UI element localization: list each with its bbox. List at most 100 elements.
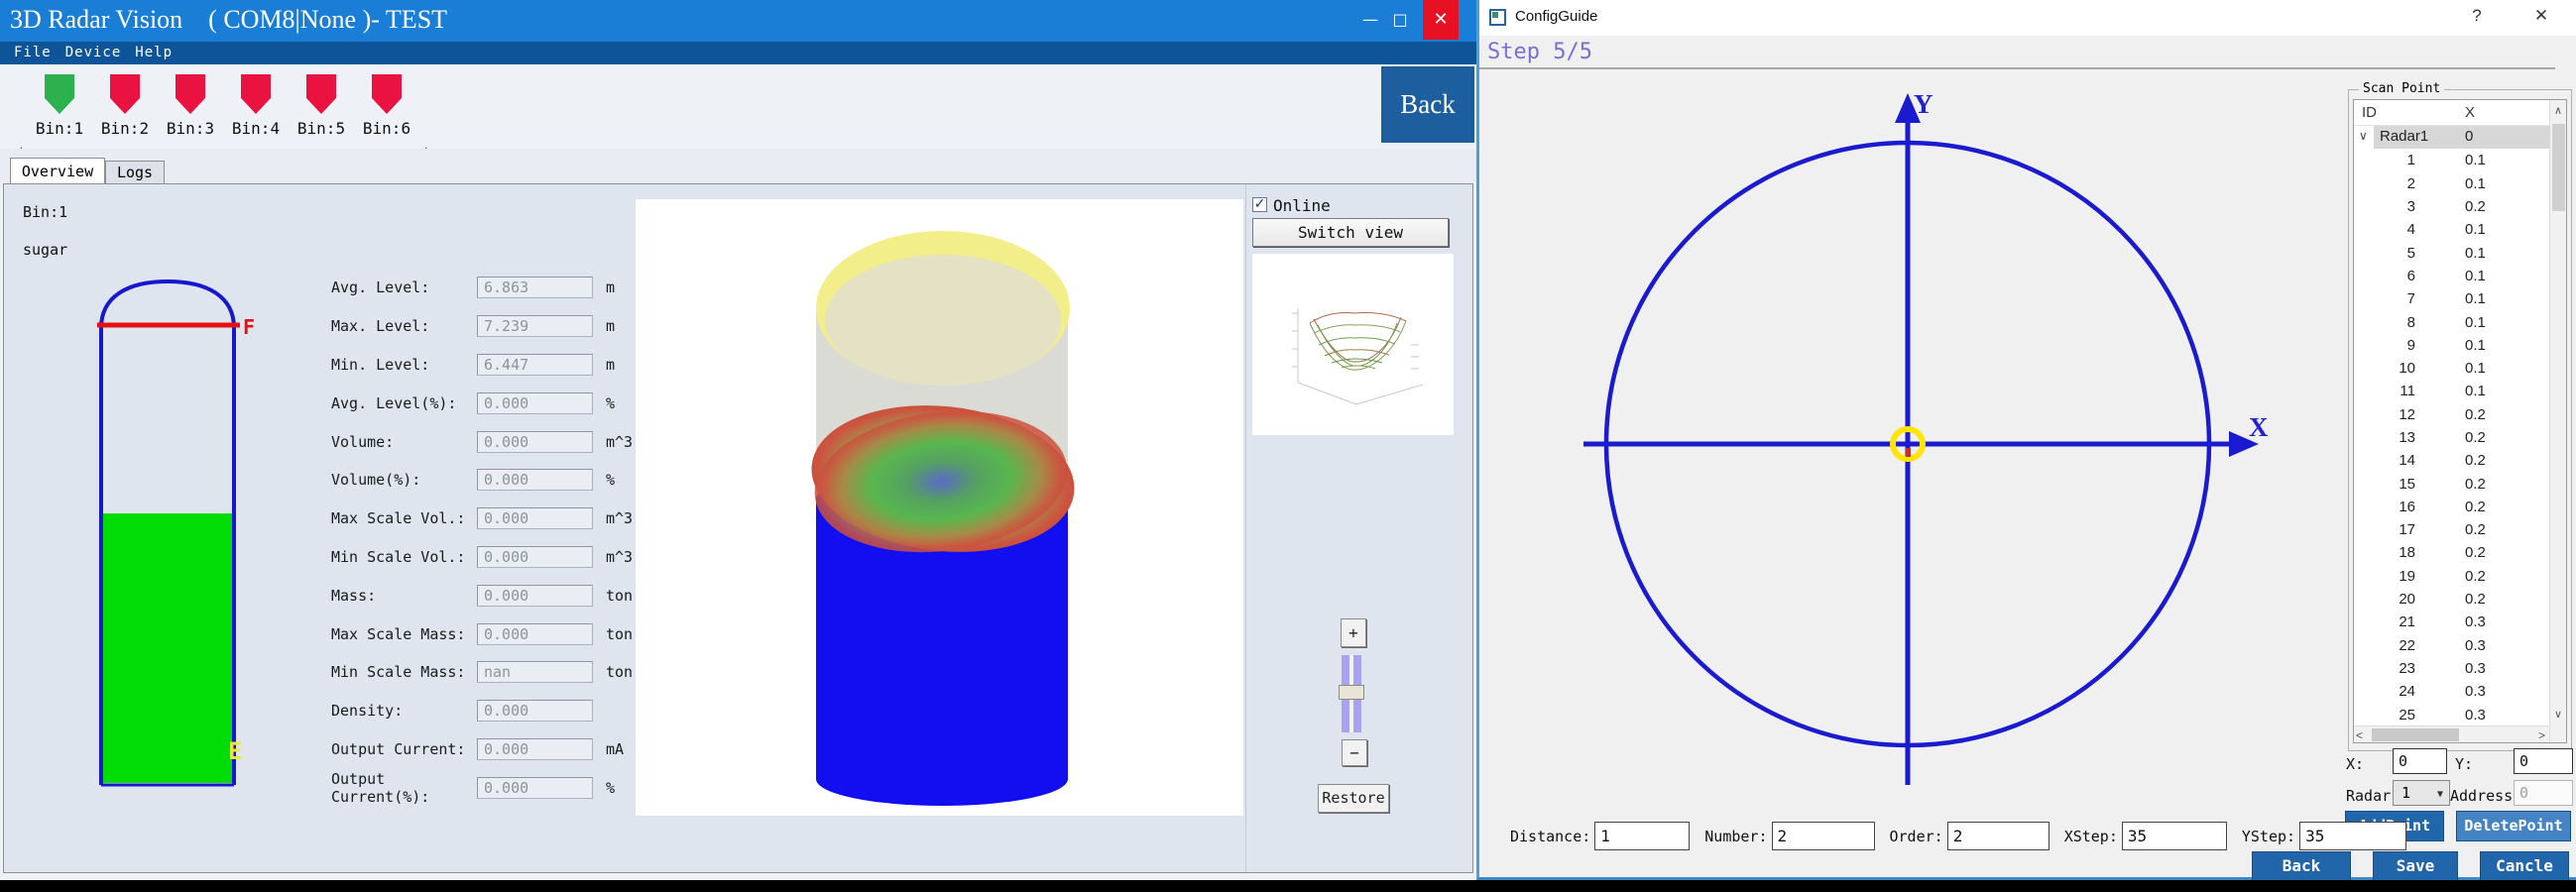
field-label: Min. Level: [331, 356, 477, 374]
switch-view-button[interactable]: Switch view [1252, 218, 1449, 247]
field-label: Mass: [331, 587, 477, 605]
radar-node-x: 0 [2465, 128, 2473, 145]
column-header-x[interactable]: X [2465, 104, 2475, 121]
scroll-down-icon[interactable]: ∨ [2550, 708, 2566, 721]
field-unit: mA [606, 740, 624, 758]
table-row[interactable]: 10.1 [2354, 149, 2549, 171]
table-row[interactable]: 170.2 [2354, 518, 2549, 541]
bin-selector-bin4[interactable]: Bin:4 [223, 74, 289, 138]
bin-selector-bin3[interactable]: Bin:3 [158, 74, 223, 138]
table-row[interactable]: 190.2 [2354, 565, 2549, 588]
column-header-id[interactable]: ID [2362, 104, 2377, 121]
table-row[interactable]: 240.3 [2354, 680, 2549, 703]
close-button[interactable]: ✕ [2526, 6, 2556, 26]
bin-selector-bin2[interactable]: Bin:2 [92, 74, 158, 138]
bin-selector-bin5[interactable]: Bin:5 [289, 74, 354, 138]
horizontal-scrollbar[interactable]: < > [2354, 725, 2549, 742]
table-row[interactable]: 220.3 [2354, 634, 2549, 657]
table-row[interactable]: 230.3 [2354, 657, 2549, 680]
param-input-xstep[interactable]: 35 [2122, 822, 2227, 850]
field-row: Volume:0.000m^3 [331, 422, 678, 461]
zoom-out-button[interactable]: − [1342, 739, 1367, 766]
table-row[interactable]: 150.2 [2354, 472, 2549, 495]
table-row[interactable]: 60.1 [2354, 265, 2549, 287]
field-unit: m^3 [606, 509, 633, 527]
table-row[interactable]: 160.2 [2354, 496, 2549, 518]
x-input[interactable]: 0 [2393, 748, 2447, 774]
param-input-order[interactable]: 2 [1947, 822, 2049, 850]
configguide-window: ConfigGuide ? ✕ Step 5/5 Y X Scan Point … [1476, 0, 2576, 880]
wizard-cancel-button[interactable]: Cancle [2480, 851, 2569, 881]
zoom-slider[interactable] [1342, 655, 1361, 732]
step-indicator: Step 5/5 [1487, 40, 1592, 64]
table-row[interactable]: 110.1 [2354, 380, 2549, 402]
bin-selector-bin6[interactable]: Bin:6 [354, 74, 419, 138]
tab-logs[interactable]: Logs [105, 161, 165, 183]
table-row[interactable]: 40.1 [2354, 218, 2549, 241]
table-row[interactable]: 120.2 [2354, 403, 2549, 426]
minimize-button[interactable]: — [1355, 0, 1385, 40]
menu-item-help[interactable]: Help [135, 42, 173, 64]
scroll-up-icon[interactable]: ∧ [2550, 104, 2566, 117]
menu-item-device[interactable]: Device [65, 42, 122, 64]
field-row: Mass:0.000ton [331, 576, 678, 614]
tank-3d-view[interactable] [636, 199, 1243, 816]
expander-icon[interactable]: ∨ [2359, 129, 2368, 143]
radar-dropdown[interactable]: 1 ▼ [2393, 780, 2450, 806]
cell-x: 0.2 [2465, 568, 2486, 585]
online-checkbox[interactable]: ✓ [1252, 197, 1267, 212]
maximize-button[interactable]: □ [1385, 0, 1415, 40]
table-row[interactable]: 30.2 [2354, 195, 2549, 218]
table-row[interactable]: 180.2 [2354, 541, 2549, 564]
cell-x: 0.1 [2465, 175, 2486, 192]
param-input-distance[interactable]: 1 [1594, 822, 1690, 850]
cell-id: 5 [2354, 245, 2415, 262]
table-row[interactable]: 130.2 [2354, 426, 2549, 449]
table-row[interactable]: 210.3 [2354, 611, 2549, 633]
bin-icon [241, 74, 271, 114]
table-row[interactable]: 250.3 [2354, 703, 2549, 725]
cell-x: 0.1 [2465, 337, 2486, 354]
vscroll-thumb[interactable] [2552, 124, 2565, 211]
menu-item-file[interactable]: File [14, 42, 52, 64]
param-input-ystep[interactable]: 35 [2299, 822, 2406, 850]
cell-id: 8 [2354, 314, 2415, 331]
tab-overview[interactable]: Overview [10, 158, 105, 183]
back-button[interactable]: Back [1381, 66, 1474, 143]
vertical-scrollbar[interactable]: ∧ ∨ [2549, 100, 2566, 742]
param-input-number[interactable]: 2 [1772, 822, 1875, 850]
measurement-fields: Avg. Level:6.863mMax. Level:7.239mMin. L… [331, 269, 678, 807]
field-unit: % [606, 779, 615, 797]
close-button[interactable]: ✕ [1423, 0, 1459, 40]
help-button[interactable]: ? [2462, 6, 2492, 26]
restore-button[interactable]: Restore [1318, 784, 1389, 813]
bin-icon [306, 74, 336, 114]
table-row[interactable]: 70.1 [2354, 287, 2549, 310]
table-row[interactable]: 50.1 [2354, 241, 2549, 264]
mesh-thumbnail[interactable] [1252, 254, 1454, 435]
wizard-back-button[interactable]: Back [2252, 851, 2351, 881]
delete-point-button[interactable]: DeletePoint [2456, 811, 2571, 841]
table-row[interactable]: 200.2 [2354, 588, 2549, 611]
window-title: 3D Radar Vision ( COM8|None )- TEST [10, 5, 447, 35]
zoom-in-button[interactable]: + [1341, 618, 1366, 647]
scroll-left-icon[interactable]: < [2356, 728, 2363, 742]
table-row[interactable]: 20.1 [2354, 172, 2549, 195]
table-row[interactable]: 140.2 [2354, 449, 2549, 472]
cell-x: 0.1 [2465, 383, 2486, 399]
table-header: ID X [2354, 100, 2549, 126]
scan-point-table[interactable]: ID X ∨ Radar1 0 10.120.130.240.150.160.1… [2353, 99, 2567, 743]
y-input[interactable]: 0 [2514, 748, 2573, 774]
param-label: YStep: [2242, 828, 2295, 845]
cell-id: 6 [2354, 268, 2415, 284]
scroll-right-icon[interactable]: > [2538, 728, 2545, 742]
slider-handle[interactable] [1339, 685, 1364, 700]
table-row[interactable]: 90.1 [2354, 334, 2549, 357]
bin-selector-bin1[interactable]: Bin:1 [27, 74, 92, 138]
hscroll-thumb[interactable] [2372, 728, 2459, 741]
wizard-save-button[interactable]: Save [2373, 851, 2458, 881]
table-row[interactable]: 80.1 [2354, 310, 2549, 333]
table-row-radar1[interactable]: ∨ Radar1 0 [2354, 126, 2549, 149]
field-row: Output Current:0.000mA [331, 730, 678, 769]
table-row[interactable]: 100.1 [2354, 357, 2549, 380]
